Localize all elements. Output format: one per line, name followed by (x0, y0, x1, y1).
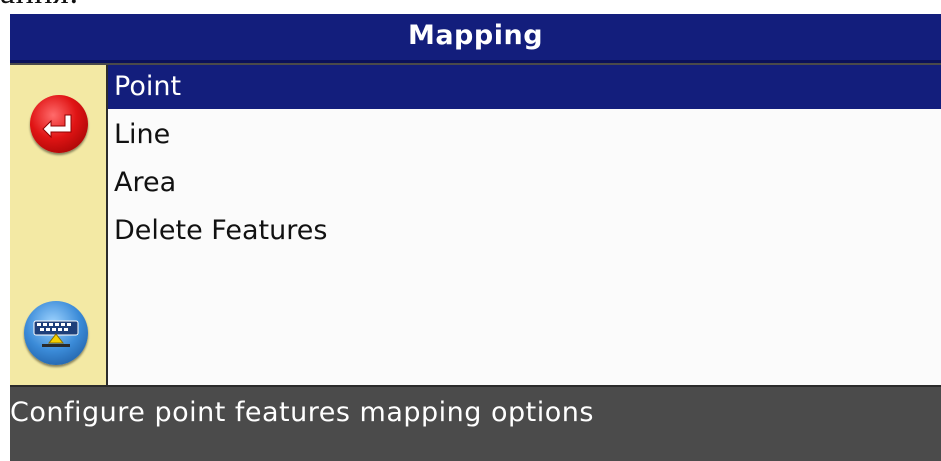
menu-item-label: Point (114, 71, 182, 102)
sidebar (10, 65, 108, 385)
page-caption-fragment: ания: (0, 0, 79, 12)
menu-item-label: Line (114, 119, 171, 150)
menu-item-line[interactable]: Line (108, 113, 941, 157)
menu-item-label: Delete Features (114, 215, 328, 246)
menu-list: Point Line Area Delete Features (108, 65, 941, 385)
menu-item-area[interactable]: Area (108, 161, 941, 205)
menu-item-label: Area (114, 167, 177, 198)
keyboard-button[interactable] (24, 301, 88, 365)
status-text: Configure point features mapping options (10, 397, 594, 428)
status-bar: Configure point features mapping options (10, 385, 941, 461)
title-bar: Mapping (10, 14, 941, 63)
device-screen: Mapping Point Line Area Delete Features … (10, 14, 941, 461)
menu-item-delete-features[interactable]: Delete Features (108, 209, 941, 253)
back-button[interactable] (30, 95, 88, 153)
page-title: Mapping (407, 20, 544, 51)
keyboard-icon (33, 320, 79, 347)
back-arrow-icon (42, 114, 72, 139)
menu-item-point[interactable]: Point (108, 65, 941, 109)
